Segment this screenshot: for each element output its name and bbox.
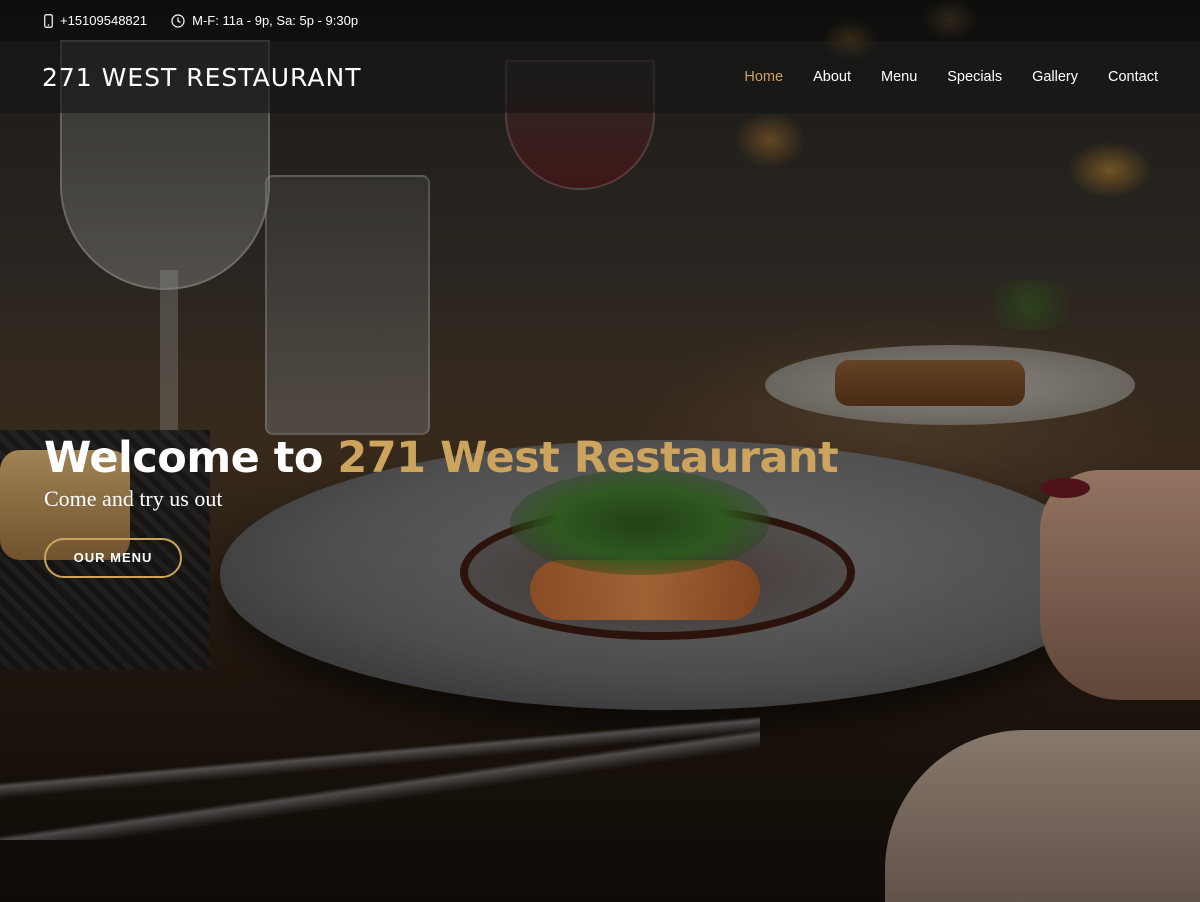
nav-about[interactable]: About <box>813 69 851 85</box>
hours-text: M-F: 11a - 9p, Sa: 5p - 9:30p <box>192 13 359 28</box>
phone-icon <box>44 13 53 28</box>
site-header: 271 WEST RESTAURANT Home About Menu Spec… <box>0 41 1200 113</box>
our-menu-button[interactable]: OUR MENU <box>44 538 182 578</box>
clock-icon <box>171 13 185 28</box>
nav-menu[interactable]: Menu <box>881 69 917 85</box>
main-navigation: Home About Menu Specials Gallery Contact <box>714 69 1158 85</box>
nav-gallery[interactable]: Gallery <box>1032 69 1078 85</box>
hero-title: Welcome to 271 West Restaurant <box>44 432 839 484</box>
site-logo[interactable]: 271 WEST RESTAURANT <box>42 63 361 92</box>
nav-specials[interactable]: Specials <box>947 69 1002 85</box>
hero-title-accent: 271 West Restaurant <box>337 433 839 483</box>
phone-number: +15109548821 <box>60 13 148 28</box>
hero-subtitle: Come and try us out <box>44 486 223 511</box>
hero-content: Welcome to 271 West Restaurant Come and … <box>44 432 839 578</box>
hero-title-prefix: Welcome to <box>44 433 338 483</box>
contact-phone[interactable]: +15109548821 <box>44 13 147 28</box>
nav-contact[interactable]: Contact <box>1108 69 1158 85</box>
top-info-bar: +15109548821 M-F: 11a - 9p, Sa: 5p - 9:3… <box>0 0 1200 41</box>
opening-hours: M-F: 11a - 9p, Sa: 5p - 9:30p <box>171 13 358 28</box>
nav-home[interactable]: Home <box>744 69 783 85</box>
